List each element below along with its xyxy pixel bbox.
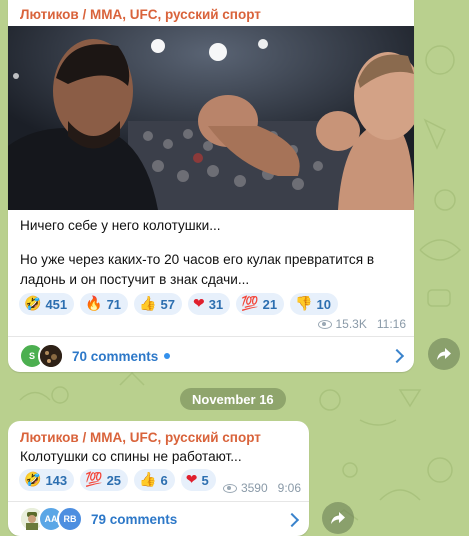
eye-icon — [222, 483, 237, 493]
thumbs-up-emoji-icon: 👍 — [139, 296, 157, 312]
comments-bar[interactable]: S 70 comments — [8, 336, 414, 372]
heart-emoji-icon: ❤ — [185, 472, 198, 488]
date-separator: November 16 — [180, 388, 286, 410]
message-text: Колотушки со спины не работают... — [20, 449, 242, 464]
message-line: ладонь и он постучит в знак сдачи... — [20, 272, 250, 287]
hundred-emoji-icon: 💯 — [85, 472, 103, 488]
post-photo[interactable] — [8, 26, 414, 210]
reaction-count: 31 — [208, 296, 224, 312]
reaction-hundred[interactable]: 💯 25 — [80, 469, 129, 491]
reaction-count: 451 — [45, 296, 68, 312]
channel-name[interactable]: Лютиков / MMA, UFC, русский спорт — [20, 7, 261, 22]
reactions-row: 🤣 451 🔥 71 👍 57 ❤ 31 💯 21 👎 10 — [19, 293, 338, 315]
share-button[interactable] — [428, 338, 460, 370]
fighters-photo — [8, 26, 414, 210]
channel-post: Лютиков / MMA, UFC, русский спорт Колоту… — [8, 421, 309, 536]
message-line: Но уже через каких-то 20 часов его кулак… — [20, 252, 375, 267]
reaction-count: 10 — [316, 296, 331, 312]
thumbs-up-emoji-icon: 👍 — [139, 472, 157, 488]
reaction-count: 21 — [262, 296, 278, 312]
reaction-count: 71 — [106, 296, 122, 312]
reactions-row: 🤣 143 💯 25 👍 6 ❤ 5 — [19, 469, 216, 491]
reaction-heart[interactable]: ❤ 31 — [187, 293, 231, 315]
share-icon — [437, 348, 451, 360]
comments-link[interactable]: 79 comments — [91, 512, 177, 527]
reaction-count: 5 — [201, 472, 209, 488]
comments-bar[interactable]: AA RB 79 comments — [8, 499, 309, 536]
message-time: 11:16 — [376, 317, 406, 331]
reaction-fire[interactable]: 🔥 71 — [80, 293, 129, 315]
reaction-hundred[interactable]: 💯 21 — [236, 293, 285, 315]
views-count: 15.3K — [335, 317, 367, 331]
message-line: Ничего себе у него колотушки... — [20, 218, 221, 233]
commenter-avatars: S — [19, 343, 64, 369]
hundred-emoji-icon: 💯 — [241, 296, 259, 312]
reaction-rofl[interactable]: 🤣 451 — [19, 293, 75, 315]
comments-link[interactable]: 70 comments — [72, 349, 158, 364]
reaction-thumbs-up[interactable]: 👍 57 — [134, 293, 182, 315]
channel-post: Лютиков / MMA, UFC, русский спорт Ничего… — [8, 0, 414, 372]
share-button[interactable] — [322, 502, 354, 534]
views-count: 3590 — [240, 481, 268, 495]
chevron-right-icon[interactable] — [284, 512, 300, 528]
heart-emoji-icon: ❤ — [192, 296, 205, 312]
reaction-count: 143 — [45, 472, 68, 488]
reaction-count: 25 — [106, 472, 122, 488]
message-time: 9:06 — [277, 481, 301, 495]
message-meta: 15.3K 11:16 — [317, 317, 406, 331]
reaction-rofl[interactable]: 🤣 143 — [19, 469, 75, 491]
fire-emoji-icon: 🔥 — [85, 296, 103, 312]
reaction-heart[interactable]: ❤ 5 — [180, 469, 216, 491]
avatar-image — [40, 345, 62, 367]
reaction-count: 6 — [160, 472, 168, 488]
chevron-right-icon[interactable] — [389, 348, 405, 364]
share-icon — [331, 512, 345, 524]
eye-icon — [317, 319, 332, 329]
rofl-emoji-icon: 🤣 — [24, 472, 42, 488]
reaction-thumbs-up[interactable]: 👍 6 — [134, 469, 175, 491]
rofl-emoji-icon: 🤣 — [24, 296, 42, 312]
message-meta: 3590 9:06 — [222, 481, 301, 495]
channel-name[interactable]: Лютиков / MMA, UFC, русский спорт — [20, 430, 261, 445]
avatar: RB — [57, 506, 83, 532]
avatar — [38, 343, 64, 369]
unread-dot-icon — [164, 353, 171, 359]
thumbs-down-emoji-icon: 👎 — [295, 296, 313, 312]
commenter-avatars: AA RB — [19, 506, 83, 532]
reaction-count: 57 — [160, 296, 175, 312]
reaction-thumbs-down[interactable]: 👎 10 — [290, 293, 338, 315]
